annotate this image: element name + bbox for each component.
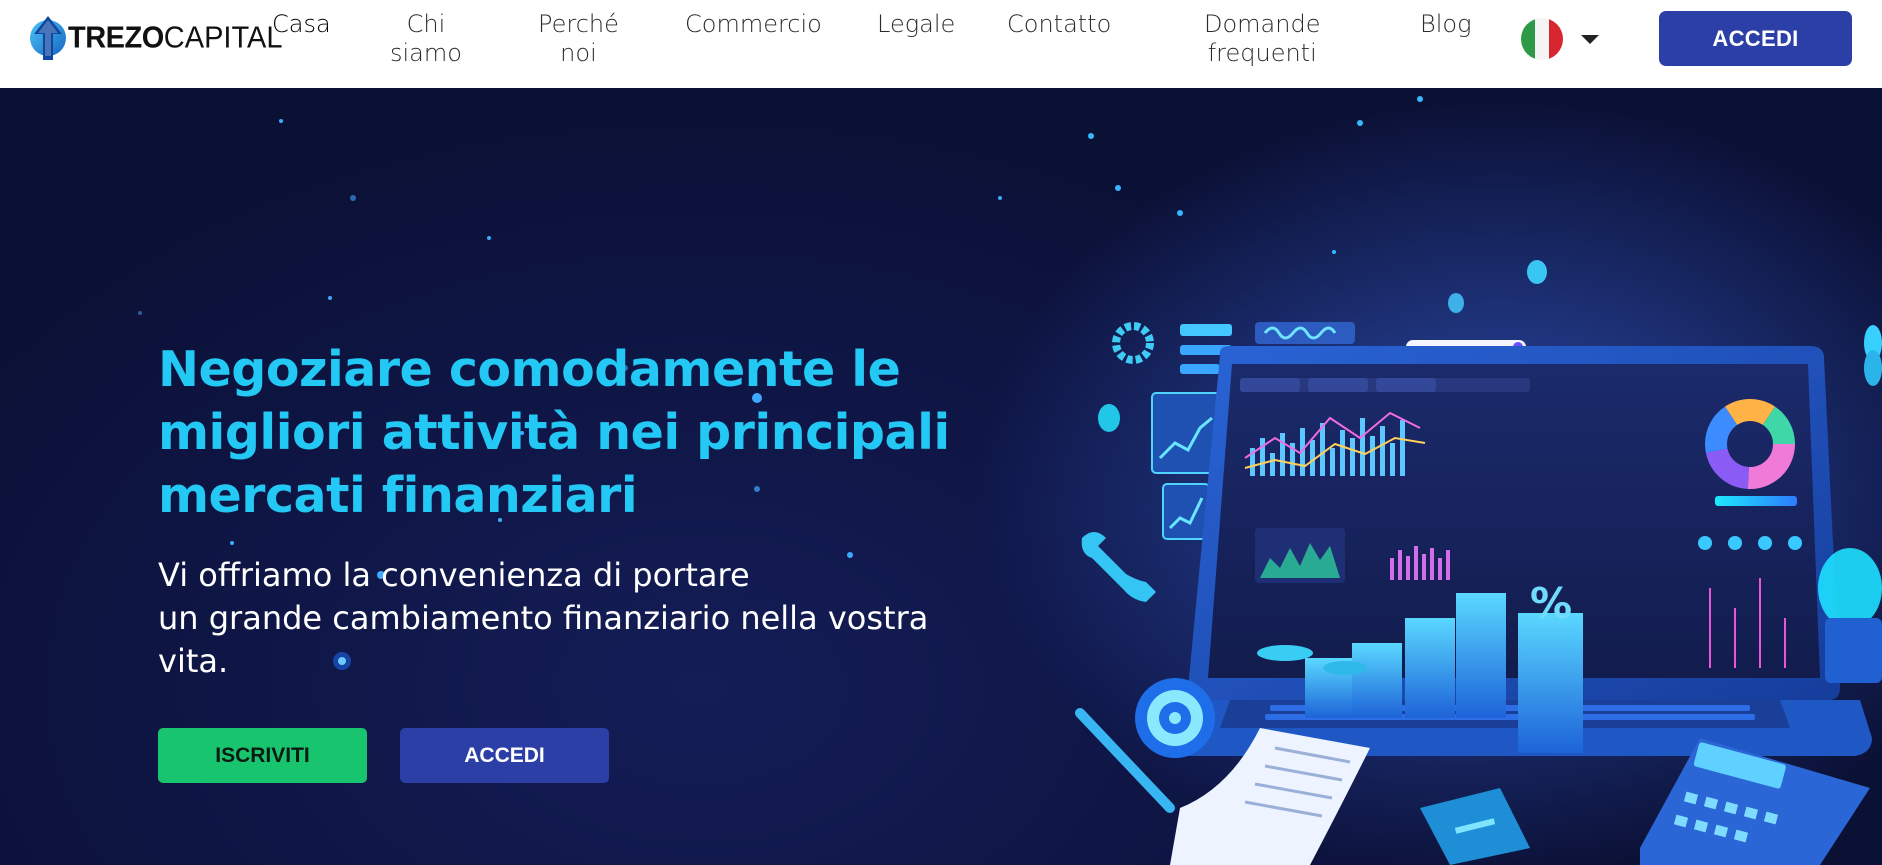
signup-button[interactable]: ISCRIVITI	[158, 728, 367, 783]
logo-text-bold: TREZO	[68, 20, 164, 55]
nav-item-blog[interactable]: Blog	[1420, 10, 1471, 39]
login-button-header[interactable]: ACCEDI	[1659, 11, 1852, 66]
nav-item-domande-frequenti[interactable]: Domande frequenti	[1204, 10, 1320, 68]
nav-item-casa[interactable]: Casa	[272, 10, 331, 39]
hero-subtitle: Vi offriamo la convenienza di portare un…	[158, 556, 929, 680]
logo-wordmark: TREZOCAPITAL	[68, 20, 283, 55]
language-selector[interactable]	[1521, 18, 1605, 60]
top-navbar: TREZOCAPITAL Casa Chi siamo Perché noi C…	[0, 0, 1882, 88]
hero-section: Negoziare comodamente le migliori attivi…	[0, 88, 1882, 865]
nav-item-chi-siamo[interactable]: Chi siamo	[390, 10, 462, 68]
svg-text:%: %	[1530, 579, 1572, 628]
chevron-down-icon	[1581, 34, 1599, 44]
trezo-capital-logo[interactable]: TREZOCAPITAL	[26, 10, 283, 66]
nav-item-commercio[interactable]: Commercio	[685, 10, 822, 39]
nav-item-perche-noi[interactable]: Perché noi	[538, 10, 619, 68]
laptop-financial-dashboard-illustration: %	[1075, 96, 1882, 865]
nav-item-legale[interactable]: Legale	[877, 10, 955, 39]
logo-arrow-icon	[30, 16, 66, 60]
login-button-hero[interactable]: ACCEDI	[400, 728, 609, 783]
nav-item-contatto[interactable]: Contatto	[1007, 10, 1111, 39]
hero-title: Negoziare comodamente le migliori attivi…	[158, 341, 950, 524]
italy-flag-icon	[1521, 18, 1563, 60]
logo-text-light: CAPITAL	[163, 20, 283, 55]
